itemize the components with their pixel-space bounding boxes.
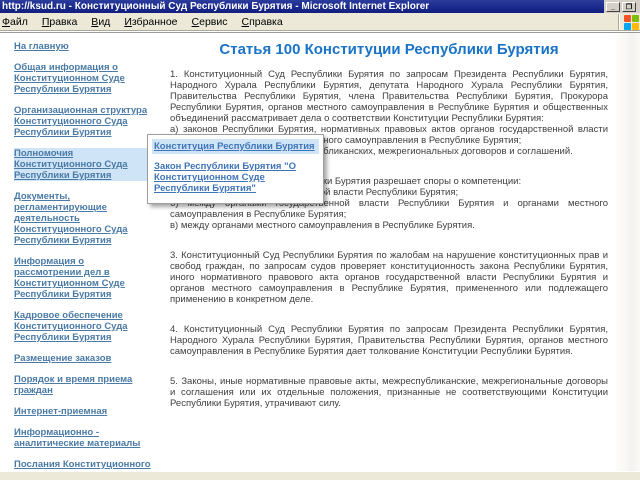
submenu-item-court-law[interactable]: Закон Республики Бурятия "О Конституцион… xyxy=(152,159,319,196)
sidebar-item-powers[interactable]: Полномочия Конституционного Суда Республ… xyxy=(14,148,152,181)
menu-view[interactable]: Вид xyxy=(91,16,110,28)
window-titlebar[interactable]: http://ksud.ru - Конституционный Суд Рес… xyxy=(0,0,640,13)
sidebar-item-case-review-info[interactable]: Информация о рассмотрении дел в Конститу… xyxy=(14,256,152,300)
status-bar xyxy=(0,471,640,480)
window-title: http://ksud.ru - Конституционный Суд Рес… xyxy=(2,1,430,12)
article-paragraph-1: 1. Конституционный Суд Республики Буряти… xyxy=(170,69,608,124)
menubar-right-area xyxy=(618,13,639,31)
windows-logo-icon xyxy=(624,14,639,30)
article-paragraph-5: 5. Законы, иные нормативные правовые акт… xyxy=(170,376,608,409)
window-controls: _ ❐ xyxy=(604,0,640,13)
sidebar-item-court-messages[interactable]: Послания Конституционного Суда Республик… xyxy=(14,459,152,471)
menu-file[interactable]: Файл xyxy=(2,16,28,28)
sidebar-item-reception-hours[interactable]: Порядок и время приема граждан xyxy=(14,374,152,396)
sidebar-item-analytical-materials[interactable]: Информационно - аналитические материалы xyxy=(14,427,152,449)
browser-window: http://ksud.ru - Конституционный Суд Рес… xyxy=(0,0,640,480)
menubar-divider xyxy=(618,14,620,30)
menu-edit[interactable]: Правка xyxy=(42,16,77,28)
sidebar-item-documents[interactable]: Документы, регламентирующие деятельность… xyxy=(14,191,152,246)
maximize-button[interactable]: ❐ xyxy=(622,2,636,12)
menu-tools[interactable]: Сервис xyxy=(192,16,228,28)
sidebar-item-org-structure[interactable]: Организационная структура Конституционно… xyxy=(14,105,152,138)
sidebar-submenu-popup: Конституция Республики Бурятия Закон Рес… xyxy=(147,134,324,204)
menu-help[interactable]: Справка xyxy=(242,16,283,28)
sidebar-item-procurement[interactable]: Размещение заказов xyxy=(14,353,152,364)
article-paragraph-3: 3. Конституционный Суд Республики Буряти… xyxy=(170,250,608,305)
sidebar-item-general-info[interactable]: Общая информация о Конституционном Суде … xyxy=(14,62,152,95)
page-title: Статья 100 Конституции Республики Буряти… xyxy=(219,41,559,58)
article-area: Статья 100 Конституции Республики Буряти… xyxy=(170,33,608,409)
minimize-button[interactable]: _ xyxy=(606,2,620,12)
sidebar-item-home[interactable]: На главную xyxy=(14,41,152,52)
menu-favorites[interactable]: Избранное xyxy=(124,16,177,28)
sidebar-item-internet-reception[interactable]: Интернет-приемная xyxy=(14,406,152,417)
sidebar-item-staffing[interactable]: Кадровое обеспечение Конституционного Су… xyxy=(14,310,152,343)
menu-bar: Файл Правка Вид Избранное Сервис Справка xyxy=(0,13,640,31)
article-paragraph-4: 4. Конституционный Суд Республики Буряти… xyxy=(170,324,608,357)
article-paragraph-2c: в) между органами местного самоуправлени… xyxy=(170,220,475,231)
submenu-item-constitution[interactable]: Конституция Республики Бурятия xyxy=(152,139,319,154)
sidebar-nav: На главную Общая информация о Конституци… xyxy=(14,41,152,471)
right-margin-shade xyxy=(614,33,640,471)
browser-viewport: На главную Общая информация о Конституци… xyxy=(0,32,640,471)
